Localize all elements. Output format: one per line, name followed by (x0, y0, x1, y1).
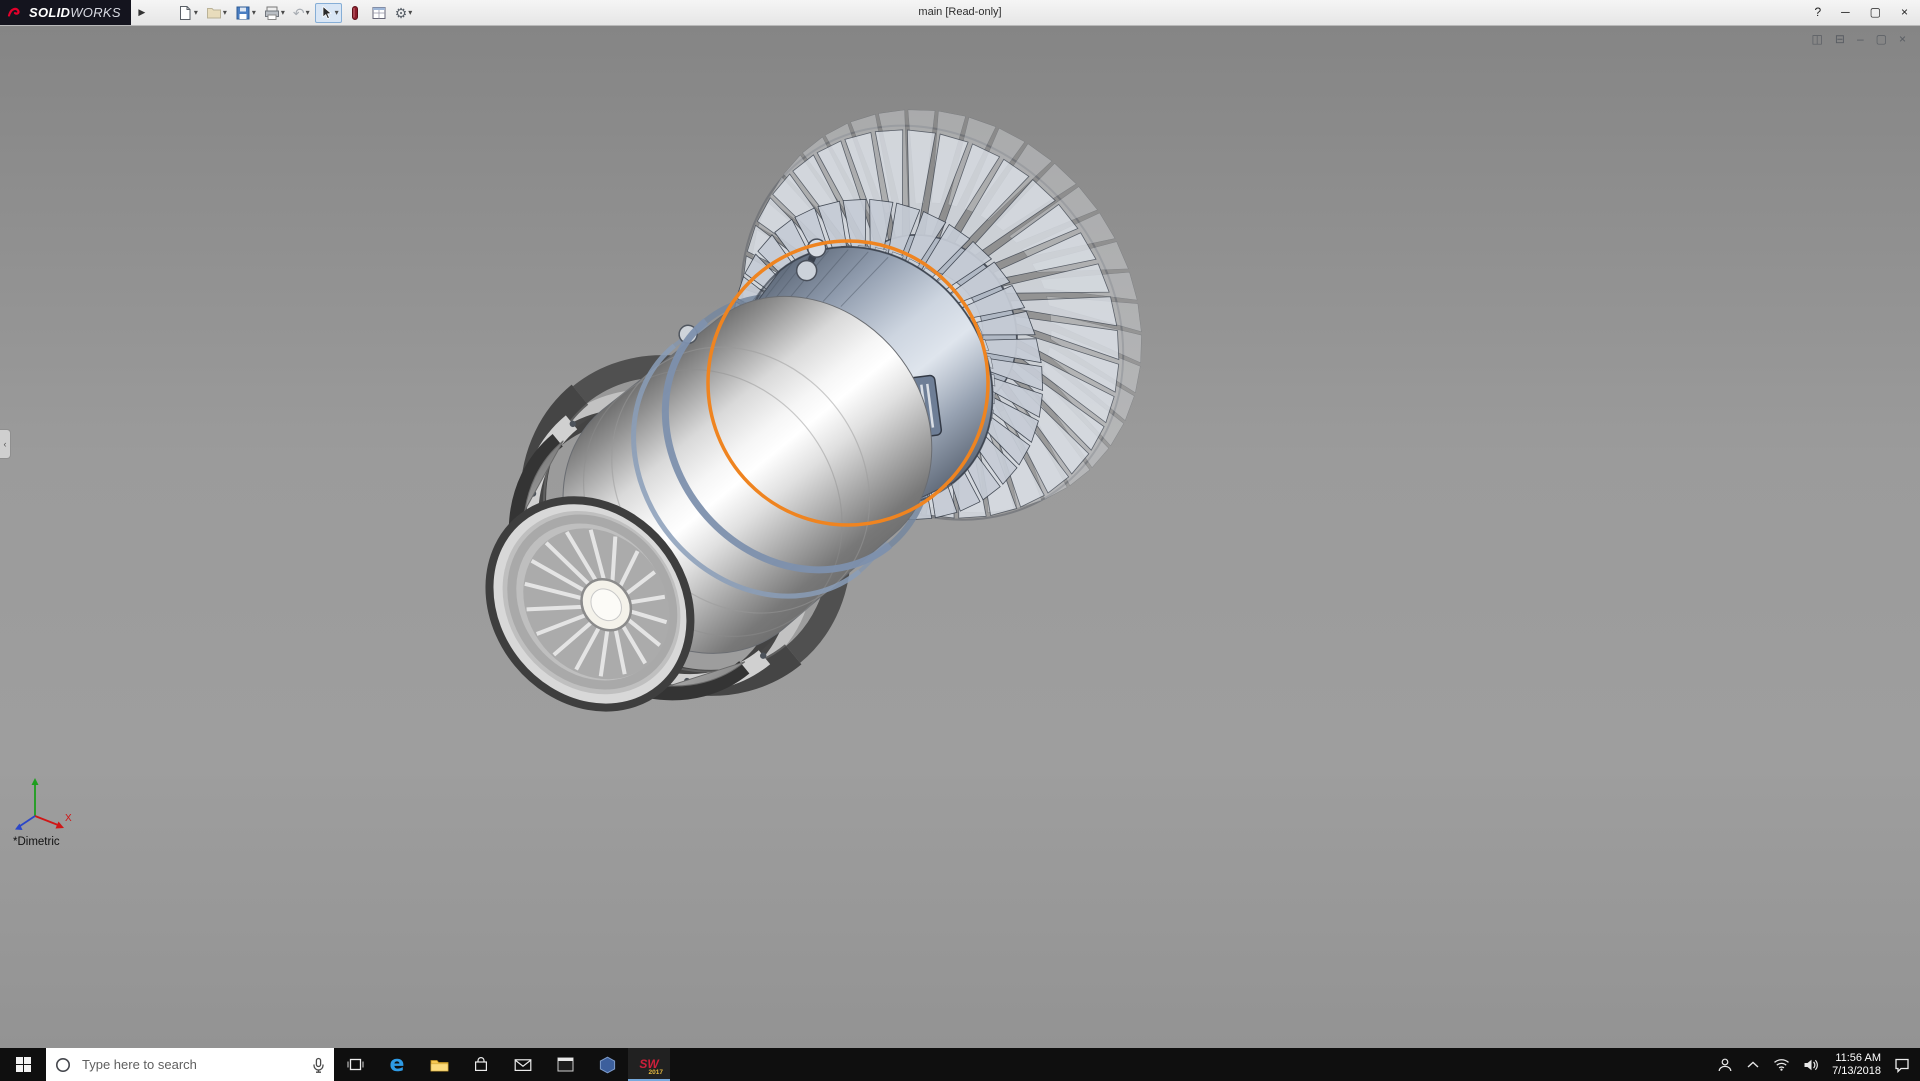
engine-3d-view (0, 26, 1920, 1048)
graphics-area[interactable]: ◫ ⊟ – ▢ × ‹ X *Dimetric (0, 26, 1920, 1048)
doc-close-icon[interactable]: × (1899, 32, 1906, 46)
triad-x-label: X (65, 813, 72, 824)
task-view-icon (347, 1056, 364, 1073)
new-document-icon (177, 5, 193, 21)
taskbar-file-explorer[interactable] (418, 1048, 460, 1081)
document-title: main [Read-only] (918, 0, 1001, 25)
open-folder-icon (206, 5, 222, 21)
restore-button[interactable]: ▢ (1870, 0, 1881, 25)
spreadsheet-icon (371, 5, 387, 21)
undo-button[interactable]: ↶ ▾ (290, 3, 313, 23)
spreadsheet-tool-button[interactable] (368, 3, 390, 23)
taskbar-solidworks[interactable]: SW 2017 (628, 1048, 670, 1081)
new-document-button[interactable]: ▾ (174, 3, 201, 23)
system-tray: 11:56 AM 7/13/2018 (1717, 1048, 1920, 1081)
options-button[interactable]: ⚙ ▾ (392, 3, 416, 23)
triad-y-arrowhead (32, 778, 39, 785)
mail-icon (514, 1058, 532, 1072)
taskbar-clock[interactable]: 11:56 AM 7/13/2018 (1832, 1052, 1881, 1078)
save-button[interactable]: ▾ (232, 3, 259, 23)
dropdown-caret[interactable]: ▾ (306, 8, 310, 17)
tool-capsule-button[interactable] (344, 3, 366, 23)
user-icon[interactable] (1717, 1057, 1733, 1073)
solidworks-window: SOLIDWORKS ▶ ▾ ▾ (0, 0, 1920, 1081)
hexagon-app-icon (599, 1056, 616, 1074)
triad-z-axis (20, 816, 35, 826)
file-explorer-icon (430, 1057, 449, 1073)
dropdown-caret[interactable]: ▾ (194, 8, 198, 17)
dropdown-caret[interactable]: ▾ (408, 8, 412, 17)
taskbar-terminal[interactable] (544, 1048, 586, 1081)
title-bar: SOLIDWORKS ▶ ▾ ▾ (0, 0, 1920, 26)
help-button[interactable]: ? (1814, 0, 1821, 25)
pane-tile-icon[interactable]: ⊟ (1835, 32, 1845, 46)
solidworks-year-badge: 2017 (649, 1069, 663, 1076)
taskbar-edge[interactable]: e (376, 1048, 418, 1081)
menu-flyout-arrow[interactable]: ▶ (134, 7, 150, 18)
clock-date: 7/13/2018 (1832, 1065, 1881, 1078)
cortana-icon (54, 1056, 72, 1074)
dropdown-caret[interactable]: ▾ (281, 8, 285, 17)
print-icon (264, 5, 280, 21)
brand-text: SOLIDWORKS (29, 4, 121, 22)
solidworks-logo: SOLIDWORKS (0, 0, 131, 25)
gear-icon: ⚙ (395, 5, 408, 21)
pane-split-icon[interactable]: ◫ (1812, 32, 1823, 46)
dropdown-caret[interactable]: ▾ (335, 8, 339, 17)
start-button[interactable] (0, 1048, 46, 1081)
view-orientation-label: *Dimetric (13, 836, 60, 848)
terminal-window-icon (557, 1057, 574, 1072)
tray-expand-icon[interactable] (1746, 1060, 1760, 1069)
red-capsule-icon (347, 5, 363, 21)
quick-access-toolbar: ▾ ▾ ▾ (174, 3, 415, 23)
taskbar-search[interactable] (46, 1048, 334, 1081)
volume-icon[interactable] (1803, 1058, 1819, 1072)
microphone-icon[interactable] (311, 1057, 326, 1073)
taskbar-mail[interactable] (502, 1048, 544, 1081)
flyout-arrow-icon: ▶ (138, 7, 145, 17)
doc-minimize-icon[interactable]: – (1857, 32, 1864, 46)
dropdown-caret[interactable]: ▾ (223, 8, 227, 17)
select-cursor-icon (318, 5, 334, 21)
clock-time: 11:56 AM (1832, 1052, 1881, 1065)
dropdown-caret[interactable]: ▾ (252, 8, 256, 17)
search-input[interactable] (80, 1056, 303, 1073)
panel-flyout-tab[interactable]: ‹ (0, 429, 11, 459)
triad-x-axis (35, 816, 58, 825)
edge-icon: e (390, 1052, 405, 1077)
brand-text-works: WORKS (70, 5, 121, 20)
windows-logo-icon (15, 1056, 32, 1073)
ds-logo-icon (7, 5, 25, 20)
minimize-button[interactable]: ─ (1841, 0, 1850, 25)
brand-text-solid: SOLID (29, 5, 70, 20)
window-controls: ? ─ ▢ × (1814, 0, 1920, 25)
save-icon (235, 5, 251, 21)
action-center-icon[interactable] (1894, 1057, 1910, 1073)
select-tool-button[interactable]: ▾ (315, 3, 342, 23)
undo-icon: ↶ (293, 5, 305, 21)
document-window-controls: ◫ ⊟ – ▢ × (1812, 32, 1906, 46)
doc-restore-icon[interactable]: ▢ (1876, 32, 1887, 46)
store-bag-icon (473, 1056, 489, 1073)
network-icon[interactable] (1773, 1058, 1790, 1071)
taskbar-app-blue[interactable] (586, 1048, 628, 1081)
close-button[interactable]: × (1901, 0, 1908, 25)
open-document-button[interactable]: ▾ (203, 3, 230, 23)
print-button[interactable]: ▾ (261, 3, 288, 23)
task-view-button[interactable] (334, 1048, 376, 1081)
taskbar-store[interactable] (460, 1048, 502, 1081)
tab-arrow-icon: ‹ (4, 439, 7, 449)
windows-taskbar: e (0, 1048, 1920, 1081)
